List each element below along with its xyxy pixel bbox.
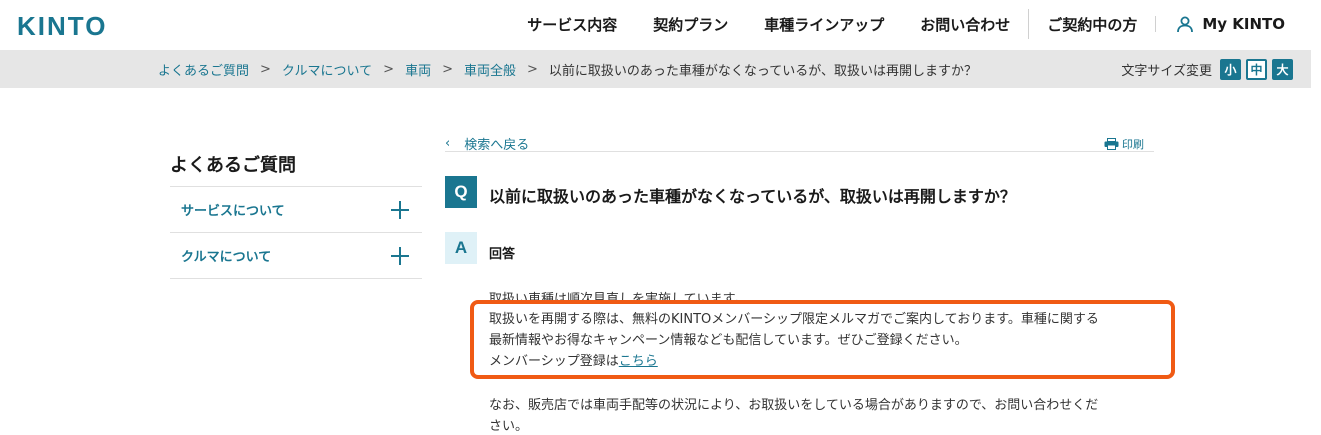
print-label: 印刷 [1122, 138, 1144, 151]
user-icon [1177, 16, 1194, 33]
my-kinto-label: My KINTO [1202, 15, 1285, 33]
back-label: 検索へ戻る [464, 138, 530, 153]
answer-badge: A [445, 232, 477, 264]
font-size-medium-button[interactable]: 中 [1246, 58, 1267, 80]
sidebar-menu: サービスについて クルマについて [170, 186, 422, 279]
font-size-switcher: 文字サイズ変更 小 中 大 [1121, 50, 1293, 88]
font-size-small-button[interactable]: 小 [1220, 58, 1241, 80]
site-header: KINTO サービス内容 契約プラン 車種ラインアップ お問い合わせ ご契約中の… [0, 0, 1321, 48]
breadcrumb-car[interactable]: クルマについて [282, 60, 372, 79]
answer-line: なお、販売店では車両手配等の状況により、お取扱いをしている場合がありますので、お… [489, 398, 1099, 413]
nav-lineup[interactable]: 車種ラインアップ [746, 14, 902, 35]
printer-icon [1104, 138, 1119, 150]
answer-line: さい。 [489, 419, 529, 434]
plus-icon [391, 246, 409, 265]
font-size-label: 文字サイズ変更 [1121, 63, 1212, 79]
breadcrumb-separator: > [527, 61, 538, 77]
answer-paragraph-3: なお、販売店では車両手配等の状況により、お取扱いをしている場合がありますので、お… [489, 395, 1098, 435]
breadcrumb-separator: > [442, 61, 453, 77]
breadcrumb-vehicle-general[interactable]: 車両全般 [464, 60, 516, 79]
print-button[interactable]: 印刷 [1104, 136, 1144, 152]
global-nav: サービス内容 契約プラン 車種ラインアップ お問い合わせ ご契約中の方 My K… [509, 0, 1321, 48]
question-badge: Q [445, 176, 477, 208]
article-toolbar: ‹ 検索へ戻る 印刷 [445, 132, 1154, 153]
sidebar-item-car[interactable]: クルマについて [170, 233, 422, 279]
highlight-frame [470, 300, 1175, 379]
font-size-large-button[interactable]: 大 [1272, 58, 1293, 80]
breadcrumb: よくあるご質問 > クルマについて > 車両 > 車両全般 > 以前に取扱いのあ… [158, 50, 977, 88]
question-title: 以前に取扱いのあった車種がなくなっているが、取扱いは再開しますか？ [489, 187, 1016, 206]
nav-plan[interactable]: 契約プラン [635, 14, 746, 35]
sidebar-item-service[interactable]: サービスについて [170, 187, 422, 233]
kinto-logo[interactable]: KINTO [17, 11, 107, 42]
breadcrumb-vehicle[interactable]: 車両 [405, 60, 431, 79]
sidebar-item-label: サービスについて [181, 204, 285, 219]
breadcrumb-faq[interactable]: よくあるご質問 [158, 60, 249, 79]
chevron-left-icon: ‹ [445, 136, 451, 151]
nav-service[interactable]: サービス内容 [509, 14, 635, 35]
breadcrumb-separator: > [383, 61, 395, 77]
breadcrumb-current: 以前に取扱いのあった車種がなくなっているが、取扱いは再開しますか？ [548, 63, 977, 79]
sidebar-item-label: クルマについて [181, 250, 272, 265]
breadcrumb-bar: よくあるご質問 > クルマについて > 車両 > 車両全般 > 以前に取扱いのあ… [0, 50, 1311, 88]
answer-heading: 回答 [489, 247, 516, 262]
plus-icon [391, 200, 409, 219]
nav-contact[interactable]: お問い合わせ [902, 14, 1028, 35]
sidebar-title: よくあるご質問 [170, 155, 296, 176]
my-kinto-button[interactable]: My KINTO [1156, 15, 1321, 33]
breadcrumb-separator: > [260, 61, 271, 77]
back-to-search-link[interactable]: ‹ 検索へ戻る [445, 134, 529, 153]
nav-customer[interactable]: ご契約中の方 [1029, 14, 1155, 35]
